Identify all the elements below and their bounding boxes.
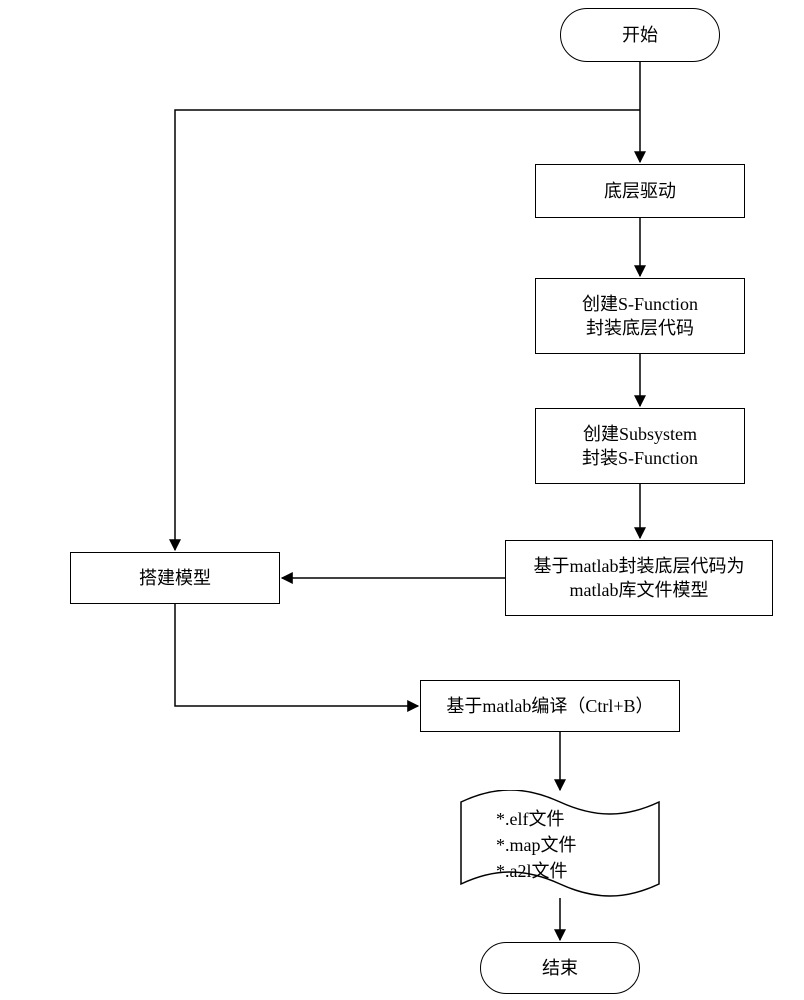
step-create-sfunction: 创建S-Function 封装底层代码 (535, 278, 745, 354)
step-driver: 底层驱动 (535, 164, 745, 218)
step-compile: 基于matlab编译（Ctrl+B） (420, 680, 680, 732)
output-files: *.elf文件 *.map文件 *.a2l文件 (460, 790, 660, 900)
step-matlab-library: 基于matlab封装底层代码为 matlab库文件模型 (505, 540, 773, 616)
step-build-model: 搭建模型 (70, 552, 280, 604)
step-create-subsystem: 创建Subsystem 封装S-Function (535, 408, 745, 484)
output-files-text: *.elf文件 *.map文件 *.a2l文件 (460, 790, 660, 900)
flow-arrows (0, 0, 804, 1000)
start-terminator: 开始 (560, 8, 720, 62)
end-terminator: 结束 (480, 942, 640, 994)
